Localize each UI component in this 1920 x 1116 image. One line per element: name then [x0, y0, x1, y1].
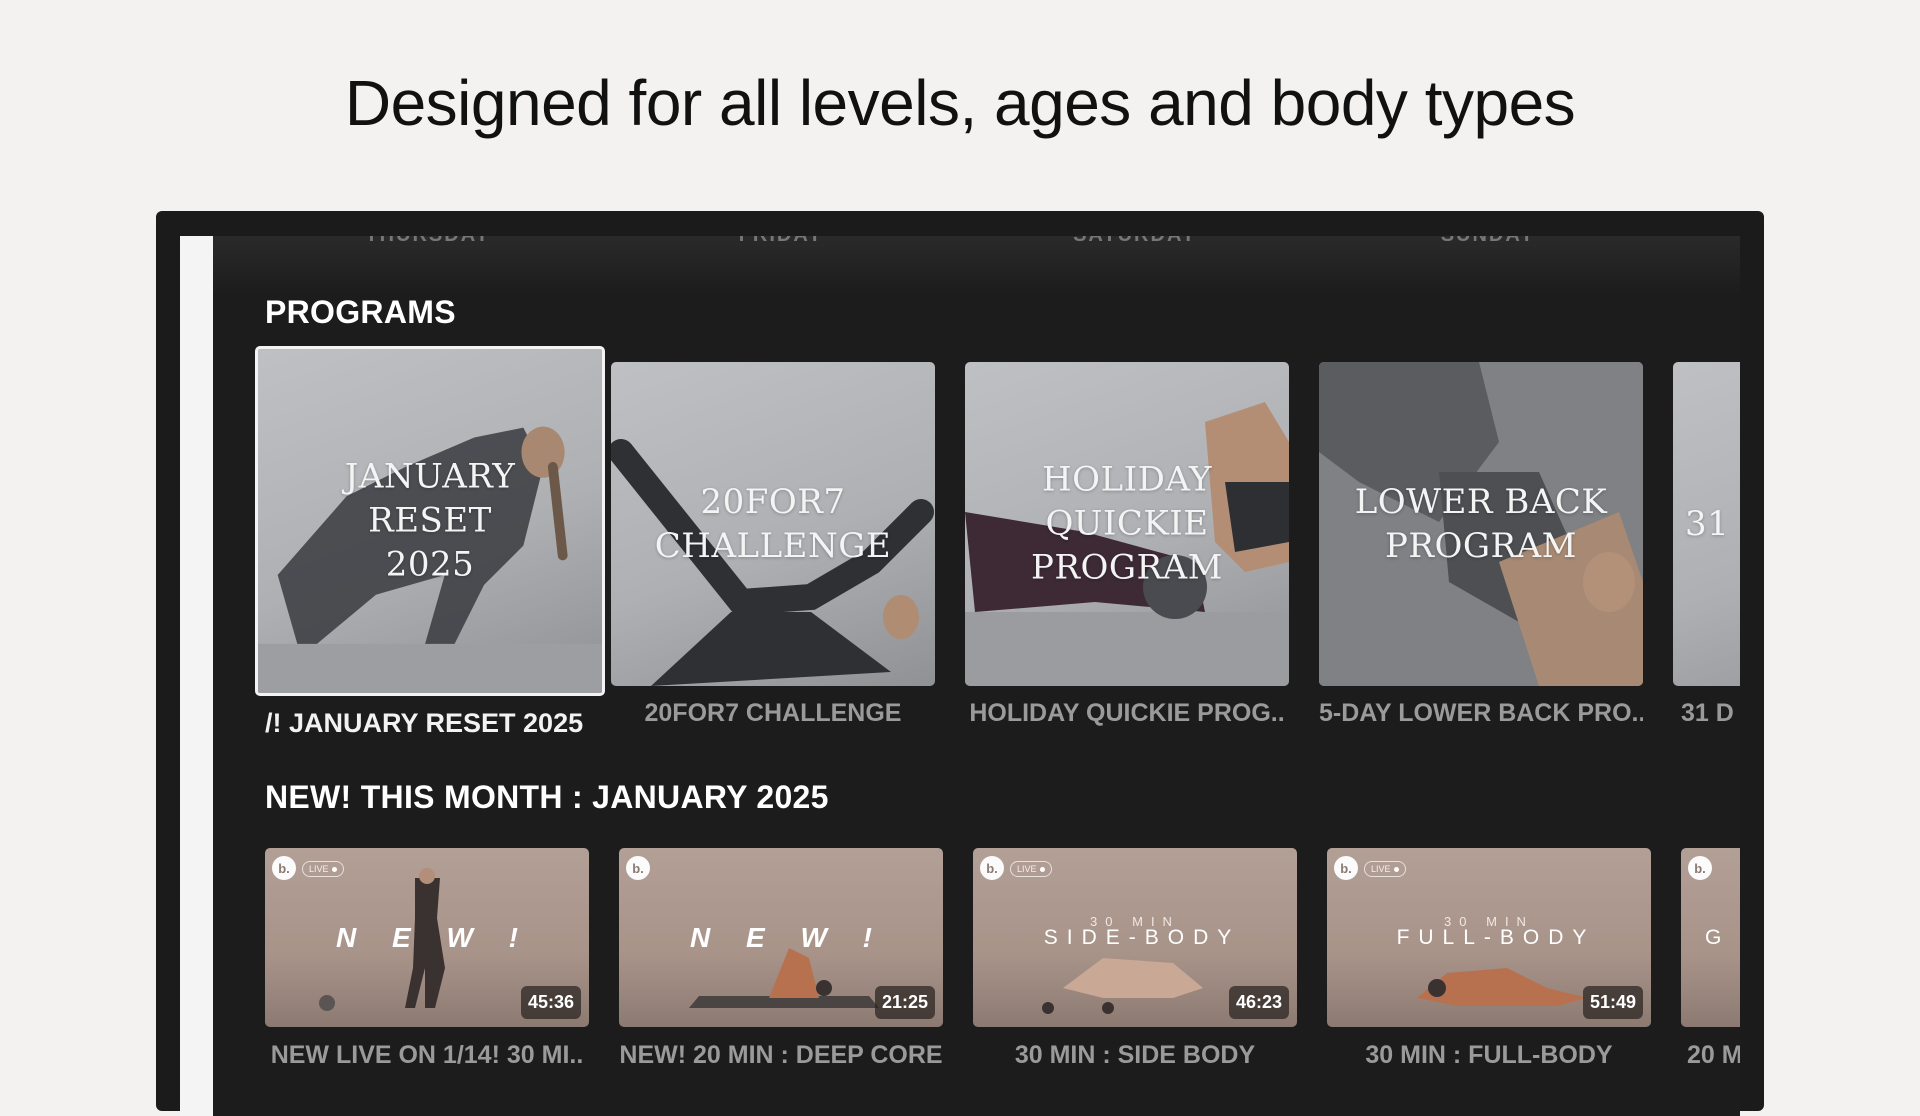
video-card[interactable]: b. N E W ! 21:25 — [619, 848, 943, 1027]
video-duration: 21:25 — [874, 986, 935, 1019]
program-card-january-reset[interactable]: JANUARY RESET 2025 — [255, 346, 605, 696]
tv-frame: THURSDAY FRIDAY SATURDAY SUNDAY PROGRAMS… — [156, 211, 1764, 1116]
program-caption: /! JANUARY RESET 2025 — [265, 708, 584, 738]
day-label[interactable]: SATURDAY — [975, 236, 1295, 247]
program-overlay-text: 31 — [1685, 503, 1730, 544]
video-duration: 51:49 — [1582, 986, 1643, 1019]
program-card-31-day[interactable]: 31 — [1673, 362, 1740, 686]
program-overlay-text: JANUARY RESET 2025 — [344, 456, 516, 586]
video-title-overlay: N E W ! — [690, 921, 886, 953]
video-caption: 30 MIN : SIDE BODY — [1014, 1041, 1256, 1069]
brand-logo-icon: b. — [272, 856, 296, 880]
video-card[interactable]: b. LIVE N E W ! 45:36 — [265, 848, 589, 1027]
program-card-holiday-quickie[interactable]: HOLIDAY QUICKIE PROGRAM — [965, 362, 1289, 686]
programs-section-title: PROGRAMS — [265, 294, 456, 330]
program-card-lower-back[interactable]: LOWER BACK PROGRAM — [1319, 362, 1643, 686]
schedule-day-labels: THURSDAY FRIDAY SATURDAY SUNDAY — [213, 236, 1740, 247]
program-caption: 31 D — [1681, 699, 1734, 727]
day-label[interactable]: THURSDAY — [268, 236, 588, 247]
video-card[interactable]: b. LIVE 30 MIN SIDE-BODY 46:23 — [973, 848, 1297, 1027]
program-caption: 20FOR7 CHALLENGE — [644, 699, 902, 727]
live-badge: LIVE — [1010, 861, 1052, 877]
program-card-20for7[interactable]: 20FOR7 CHALLENGE — [611, 362, 935, 686]
brand-logo-icon: b. — [980, 856, 1004, 880]
video-duration: 46:23 — [1228, 986, 1289, 1019]
video-caption: NEW! 20 MIN : DEEP CORE — [619, 1041, 943, 1069]
headline: Designed for all levels, ages and body t… — [344, 67, 1576, 139]
video-caption: 30 MIN : FULL-BODY — [1365, 1041, 1613, 1069]
video-card[interactable]: b. LIVE 30 MIN FULL-BODY 51:49 — [1327, 848, 1651, 1027]
video-title-overlay: FULL-BODY — [1396, 925, 1596, 949]
program-caption: HOLIDAY QUICKIE PROG.. — [969, 699, 1285, 727]
video-caption: 20 M — [1687, 1041, 1740, 1069]
browse-content: THURSDAY FRIDAY SATURDAY SUNDAY PROGRAMS… — [213, 236, 1740, 1116]
side-menu-edge — [180, 236, 213, 1116]
program-overlay-text: LOWER BACK PROGRAM — [1354, 481, 1608, 566]
brand-logo-icon: b. — [1688, 856, 1712, 880]
tv-screen: THURSDAY FRIDAY SATURDAY SUNDAY PROGRAMS… — [180, 236, 1740, 1116]
video-duration: 45:36 — [520, 986, 581, 1019]
video-title-overlay: G L — [1705, 925, 1740, 949]
video-card[interactable]: b. G L — [1681, 848, 1740, 1027]
program-caption: 5-DAY LOWER BACK PRO.. — [1319, 699, 1643, 727]
program-overlay-text: HOLIDAY QUICKIE PROGRAM — [1031, 459, 1223, 589]
day-label[interactable]: FRIDAY — [621, 236, 941, 247]
live-badge: LIVE — [302, 861, 344, 877]
brand-logo-icon: b. — [626, 856, 650, 880]
live-badge: LIVE — [1364, 861, 1406, 877]
video-title-overlay: N E W ! — [336, 921, 532, 953]
day-label[interactable]: SUNDAY — [1328, 236, 1648, 247]
program-overlay-text: 20FOR7 CHALLENGE — [654, 481, 892, 566]
video-caption: NEW LIVE ON 1/14! 30 MI.. — [270, 1041, 584, 1069]
video-title-overlay: SIDE-BODY — [1043, 925, 1241, 949]
brand-logo-icon: b. — [1334, 856, 1358, 880]
new-this-month-section-title: NEW! THIS MONTH : JANUARY 2025 — [265, 779, 829, 815]
